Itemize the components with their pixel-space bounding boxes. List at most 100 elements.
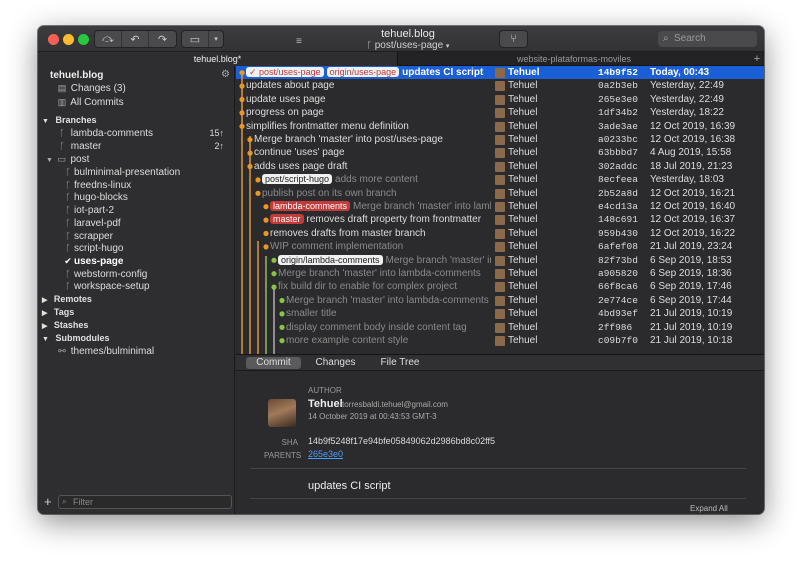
add-button[interactable]: + [44,494,52,509]
table-row[interactable]: ✓ post/uses-page origin/uses-page updates … [236,66,764,80]
parent-link[interactable]: 265e3e0 [308,449,343,459]
search-input[interactable]: ⌕ Search [658,31,757,47]
commit-sha: a0233bc [598,134,638,145]
tab-tehuel-blog[interactable]: tehuel.blog* [38,52,398,66]
tab-commit[interactable]: Commit [246,357,301,369]
table-row[interactable]: display comment body inside content tag T… [236,321,764,334]
table-row[interactable]: WIP comment implementation Tehuel 6afef08 2… [236,240,764,253]
remotes-header[interactable]: ▶ Remotes [42,293,92,306]
push-button[interactable]: ↷ [149,31,176,47]
commit-subject: publish post on its own branch [262,187,397,199]
sidebar-item-webstorm-config[interactable]: ᚴ webstorm-config [62,268,147,281]
table-row[interactable]: removes drafts from master branch Tehuel 9… [236,227,764,240]
branch-icon: ᚴ [59,141,65,151]
table-row[interactable]: simplifies frontmatter menu definition Te… [236,120,764,133]
expand-all-button[interactable]: Expand All [690,504,728,513]
tab-file-tree[interactable]: File Tree [370,357,430,369]
table-row[interactable]: post/script-hugo adds more content Tehuel 8… [236,173,764,186]
sidebar-folder-post[interactable]: ▼ ▭ post [46,153,89,166]
repo-name: tehuel.blog [50,70,104,81]
table-row[interactable]: progress on page Tehuel 1df34b2 Yesterday, … [236,106,764,119]
minimize-window-button[interactable] [63,34,74,45]
avatar [495,161,505,172]
ref-badge[interactable]: origin/lambda-comments [278,254,383,265]
pull-icon: ↶ [130,33,140,46]
commit-subject: removes draft property from frontmatter [306,214,482,226]
sidebar-item-scrapper[interactable]: ᚴ scrapper [62,230,113,243]
sidebar-item-script-hugo[interactable]: ᚴ script-hugo [62,242,123,255]
commit-author: Tehuel [508,335,538,346]
commit-date: 12 Oct 2019, 16:37 [650,214,736,226]
sidebar-item-bulminimal-presentation[interactable]: ᚴ bulminimal-presentation [62,166,180,179]
pull-button[interactable]: ↶ [122,31,149,47]
table-row[interactable]: Merge branch 'master' into post/uses-pag… [236,133,764,146]
avatar [495,322,505,333]
tab-changes[interactable]: Changes [308,357,363,369]
table-row[interactable]: lambda-comments Merge branch 'master' int… [236,200,764,213]
sidebar-item-hugo-blocks[interactable]: ᚴ hugo-blocks [62,191,128,204]
sidebar-item-all-commits[interactable]: ▥ All Commits [56,96,124,109]
sidebar-item-iot-part-2[interactable]: ᚴ iot-part-2 [62,204,114,217]
ref-badge[interactable]: master [270,214,304,225]
table-row[interactable]: master removes draft property from frontm… [236,213,764,226]
branches-header[interactable]: ▼ Branches [42,114,96,127]
table-row[interactable]: Merge branch 'master' into lambda-commen… [236,267,764,280]
branch-label: master [70,141,102,152]
commit-author: Tehuel [508,107,538,119]
sidebar-item-laravel-pdf[interactable]: ᚴ laravel-pdf [62,217,120,230]
commit-subject: adds uses page draft [254,160,348,172]
filter-input[interactable]: ⌕ Filter [58,495,232,509]
commit-sha: 2e774ce [598,294,638,306]
sidebar-item-changes[interactable]: ▤ Changes (3) [56,82,126,95]
branch-label: uses-page [74,255,124,267]
zoom-window-button[interactable] [78,34,89,45]
settings-icon[interactable]: ⚙ [221,69,230,80]
sidebar-item-workspace-setup[interactable]: ᚴ workspace-setup [62,280,149,293]
commit-author: Tehuel [508,227,538,239]
commit-date: Yesterday, 22:49 [650,93,724,105]
table-row[interactable]: more example content style Tehuel c09b7f0 2… [236,334,764,347]
table-row[interactable]: update uses page Tehuel 265e3e0 Yesterday, … [236,93,764,106]
stash-menu-button[interactable]: ▾ [209,31,223,47]
commit-sha: 2b52a8d [598,187,638,199]
table-row[interactable]: origin/lambda-comments Merge branch 'mast… [236,254,764,267]
new-tab-button[interactable]: + [750,52,764,66]
sidebar-item-lambda-comments[interactable]: ᚴ lambda-comments 15↑ [56,127,234,140]
commit-date: 12 Oct 2019, 16:38 [650,134,736,145]
commit-sha: 2ff986 [598,321,633,333]
fetch-button[interactable]: ⤼ [95,31,122,47]
ref-badge[interactable]: ✓ post/uses-page [246,67,324,77]
branch-selector[interactable]: ᚴ post/uses-page ▾ [338,40,478,51]
stash-button[interactable]: ▭ [182,31,209,47]
table-row[interactable]: smaller title Tehuel 4bd93ef 21 Jul 2019, 1… [236,307,764,320]
commit-message: updates CI script [308,480,391,492]
ref-badge[interactable]: post/script-hugo [262,174,333,185]
tab-website-plataformas-moviles[interactable]: website-plataformas-moviles [399,52,749,66]
sidebar-toggle-icon[interactable]: ≡ [296,36,302,47]
commit-date: 6 Sep 2019, 17:44 [650,294,732,306]
new-branch-button[interactable]: ⑂ [500,31,527,47]
commit-date: 6 Sep 2019, 18:53 [650,254,732,266]
submodules-header[interactable]: ▼ Submodules [42,332,109,345]
table-row[interactable]: updates about page Tehuel 0a2b3eb Yesterday… [236,79,764,92]
ref-badge[interactable]: origin/uses-page [326,67,400,77]
tags-header[interactable]: ▶ Tags [42,306,74,319]
sidebar: tehuel.blog ⚙ ▤ Changes (3) ▥ All Commit… [38,66,235,514]
table-row[interactable]: fix build dir to enable for complex proj… [236,280,764,293]
stashes-header[interactable]: ▶ Stashes [42,319,88,332]
sidebar-item-submodule[interactable]: ⚯ themes/bulminimal [56,345,154,358]
table-row[interactable]: continue 'uses' page Tehuel 63bbbd7 4 Aug 2… [236,146,764,159]
close-window-button[interactable] [48,34,59,45]
filter-placeholder: Filter [73,497,93,507]
sidebar-item-freedns-linux[interactable]: ᚴ freedns-linux [62,179,131,192]
sidebar-item-uses-page[interactable]: ✔ uses-page [62,255,123,268]
table-row[interactable]: adds uses page draft Tehuel 302addc 18 Jul … [236,160,764,173]
table-row[interactable]: Merge branch 'master' into lambda-commen… [236,294,764,307]
table-row[interactable]: publish post on its own branch Tehuel 2b52… [236,187,764,200]
commit-message-cell: master removes draft property from frontm… [270,213,491,226]
author-email[interactable]: torresbaldi.tehuel@gmail.com [342,400,448,409]
ref-badge[interactable]: lambda-comments [270,201,351,211]
section-label: Remotes [53,294,92,304]
sidebar-item-master[interactable]: ᚴ master 2↑ [56,140,234,153]
ahead-count: 15↑ [209,128,224,138]
